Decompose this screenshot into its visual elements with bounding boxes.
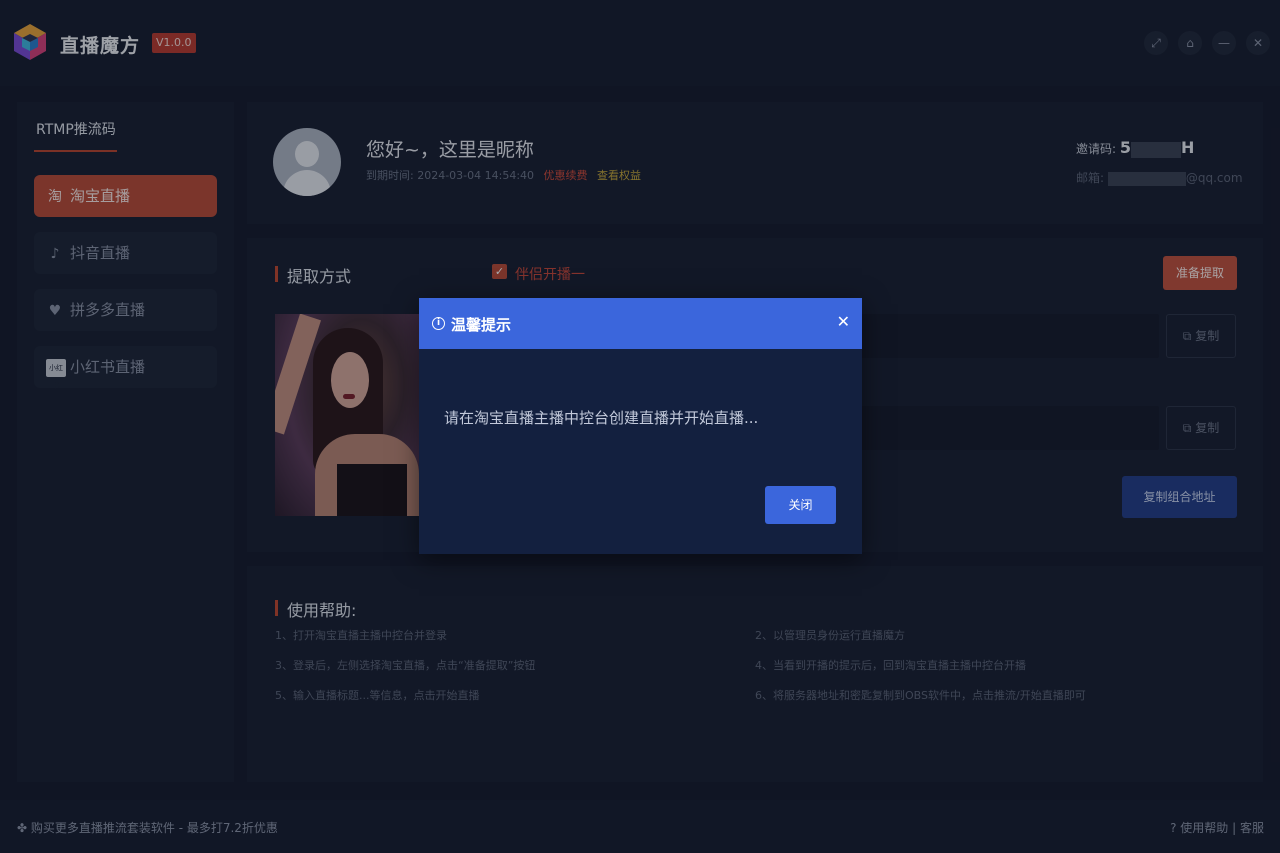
app-window: 直播魔方 V1.0.0 ⤢ ⌂ — ✕ RTMP推流码 淘淘宝直播 ♪ 抖音直播 … [0,0,1280,853]
dialog-header: i 温馨提示 ✕ [419,298,862,349]
dialog-title: 温馨提示 [451,316,512,334]
dialog-close-button[interactable]: 关闭 [765,486,836,524]
tip-dialog: i 温馨提示 ✕ 请在淘宝直播主播中控台创建直播并开始直播... 关闭 [419,298,862,554]
dialog-message: 请在淘宝直播主播中控台创建直播并开始直播... [444,409,759,427]
dialog-close-icon[interactable]: ✕ [837,312,850,332]
info-icon: i [432,317,445,330]
